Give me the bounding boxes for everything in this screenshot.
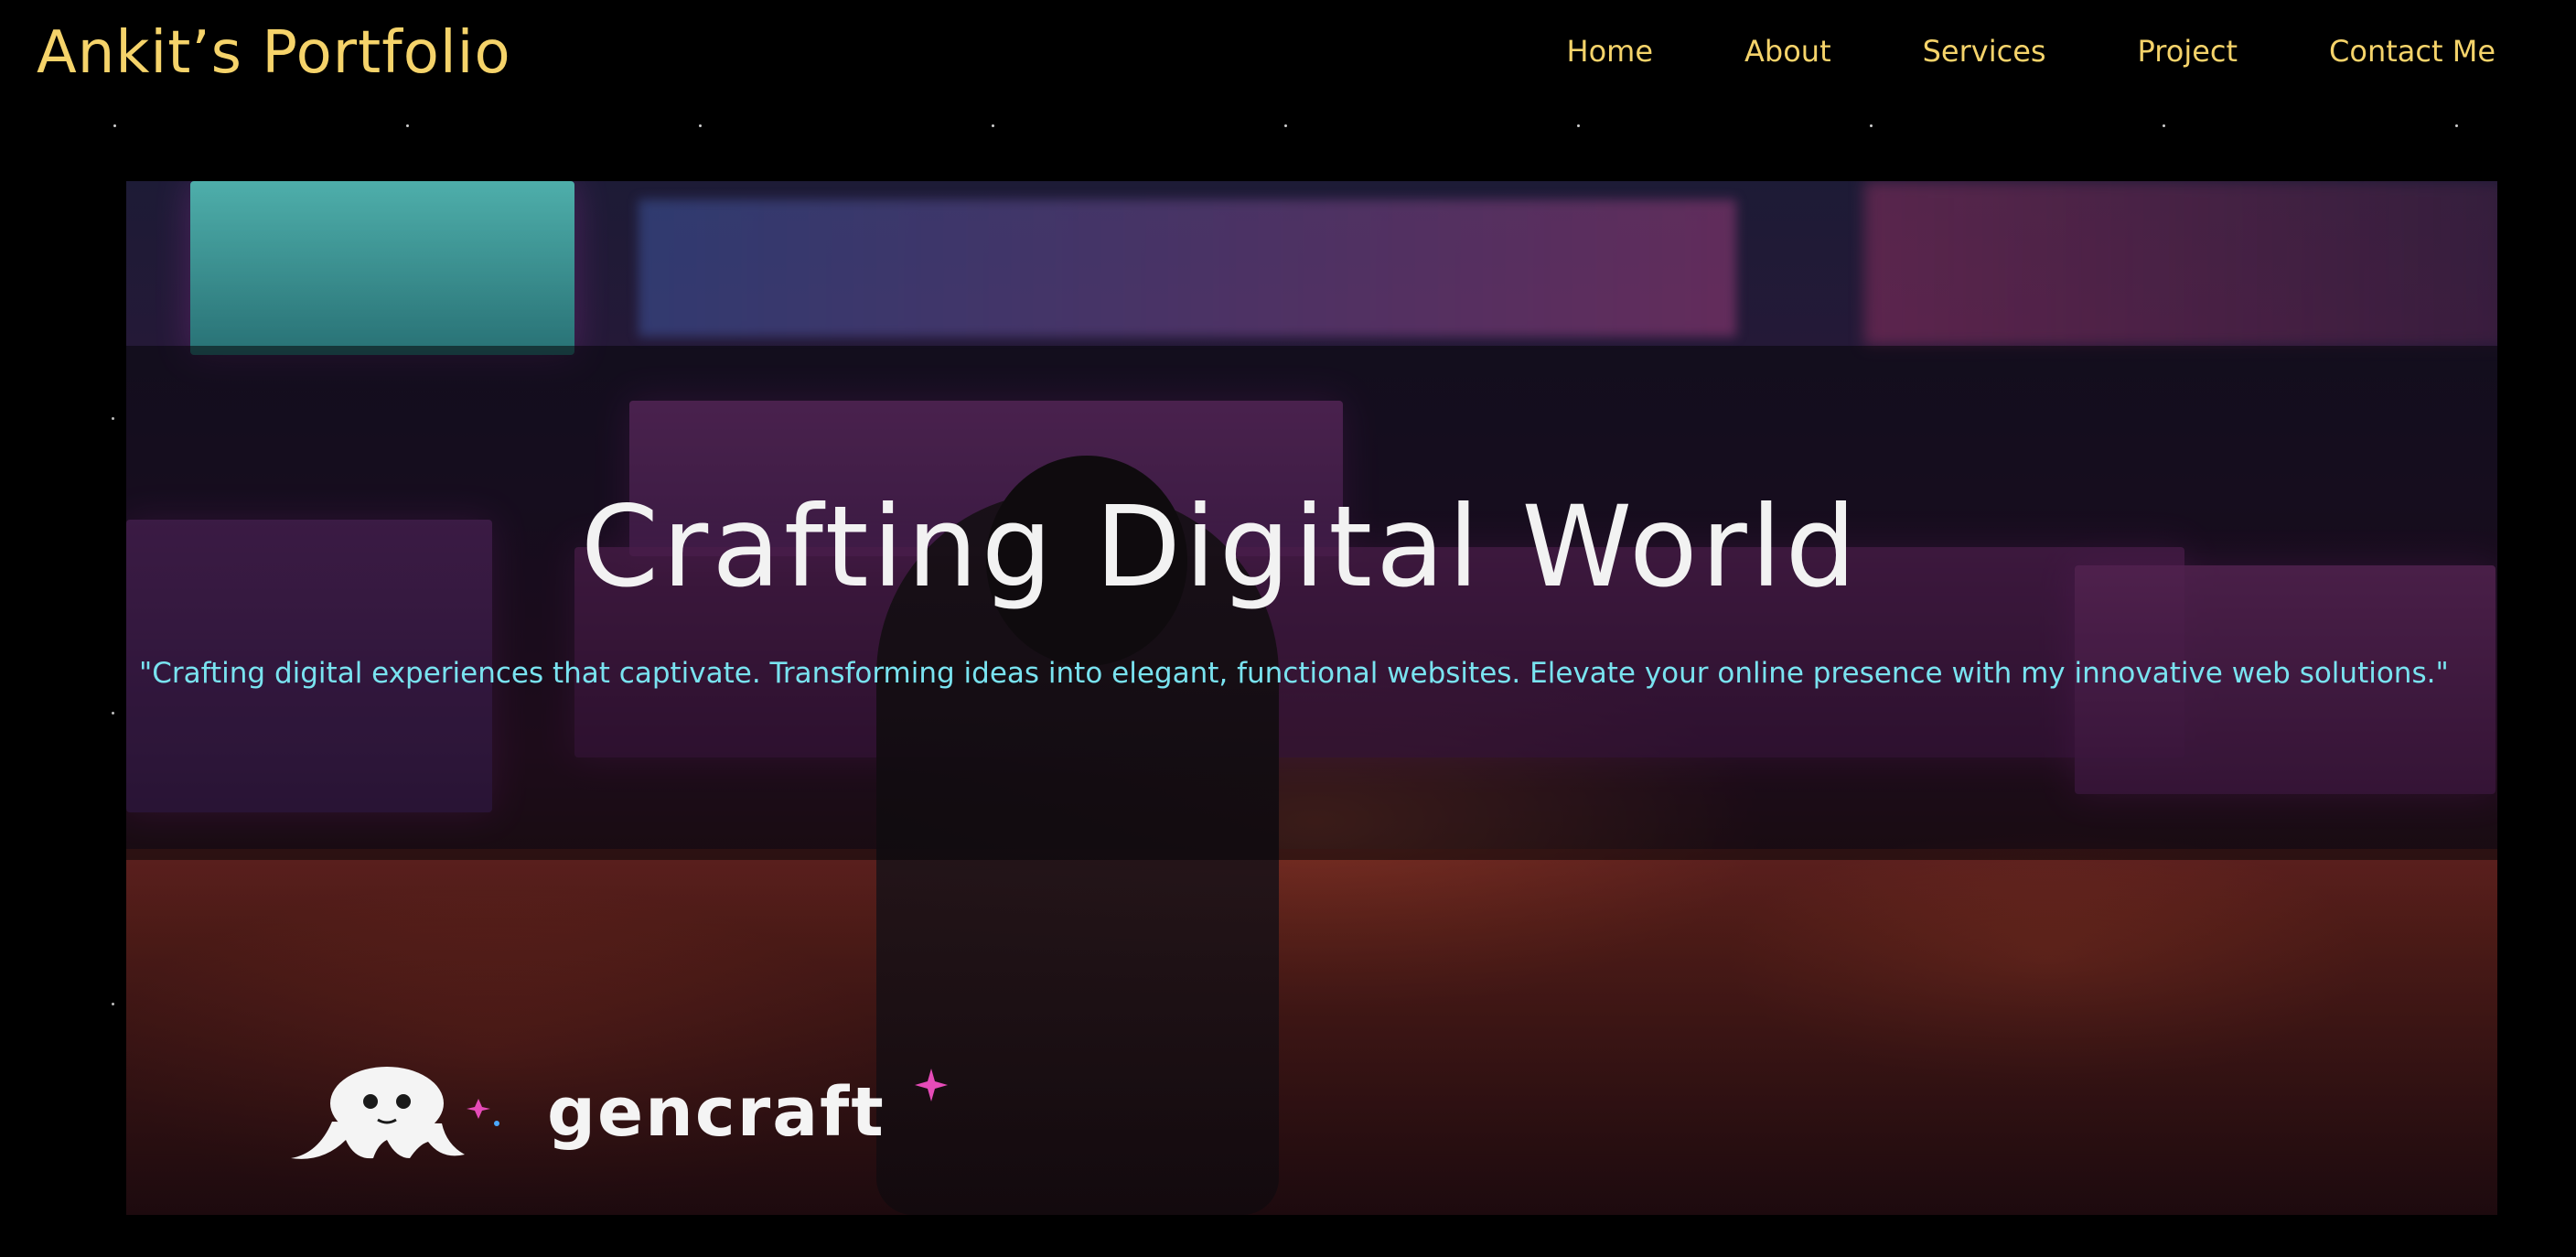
decorative-dot bbox=[112, 712, 114, 714]
decorative-dot bbox=[113, 124, 116, 127]
nav-link-services[interactable]: Services bbox=[1923, 31, 2046, 71]
page: Ankit’s Portfolio Home About Services Pr… bbox=[0, 0, 2576, 1257]
decorative-dot bbox=[1284, 124, 1287, 127]
gencraft-wordmark: gencraft bbox=[547, 1073, 886, 1152]
gencraft-watermark: gencraft bbox=[282, 1067, 1087, 1167]
octopus-logo-icon bbox=[291, 1067, 499, 1159]
decorative-dot bbox=[1870, 124, 1873, 127]
decorative-dot bbox=[699, 124, 702, 127]
decorative-dot bbox=[2163, 124, 2165, 127]
hero-tagline: "Crafting digital experiences that capti… bbox=[139, 657, 2449, 690]
decorative-dot bbox=[2455, 124, 2458, 127]
nav-link-about[interactable]: About bbox=[1744, 31, 1831, 71]
nav-link-home[interactable]: Home bbox=[1567, 31, 1654, 71]
site-header: Ankit’s Portfolio Home About Services Pr… bbox=[0, 0, 2576, 106]
decorative-dot bbox=[406, 124, 409, 127]
city-lights bbox=[639, 199, 1736, 337]
decorative-dot bbox=[112, 1003, 114, 1005]
sparkle-icon bbox=[915, 1069, 948, 1101]
hero-banner: Crafting Digital World "Crafting digital… bbox=[126, 181, 2497, 1215]
nav-link-project[interactable]: Project bbox=[2138, 31, 2238, 71]
background-monitor bbox=[190, 181, 574, 355]
city-lights bbox=[1864, 181, 2497, 346]
brand-title[interactable]: Ankit’s Portfolio bbox=[37, 16, 511, 90]
decorative-dot bbox=[112, 417, 114, 420]
nav-link-contact-me[interactable]: Contact Me bbox=[2329, 31, 2496, 71]
decorative-dot-row bbox=[0, 124, 2576, 128]
main-nav: Home About Services Project Contact Me bbox=[1567, 31, 2496, 71]
hero-title: Crafting Digital World bbox=[580, 482, 1861, 612]
decorative-dot bbox=[1577, 124, 1580, 127]
decorative-dot bbox=[992, 124, 994, 127]
